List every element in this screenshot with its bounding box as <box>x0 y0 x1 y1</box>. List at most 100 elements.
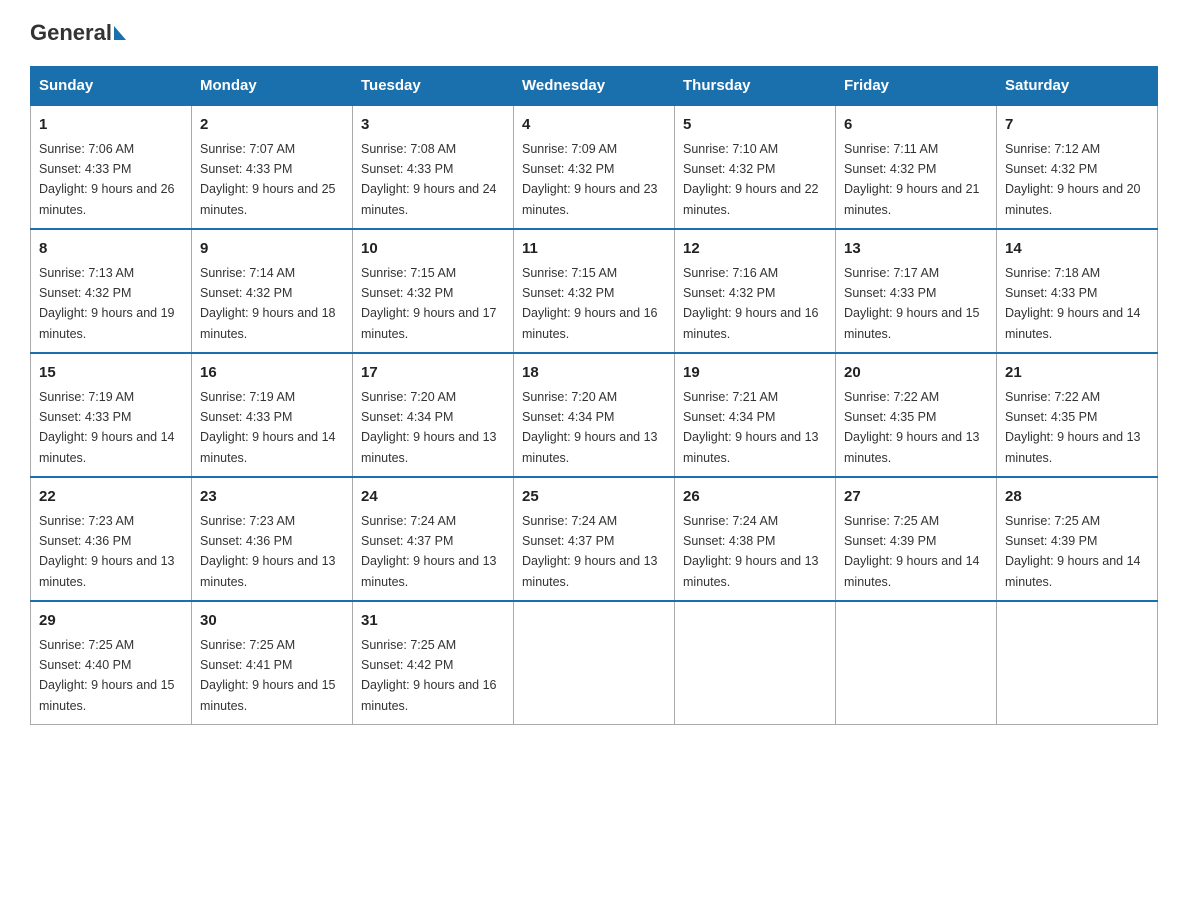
calendar-cell: 8 Sunrise: 7:13 AMSunset: 4:32 PMDaylight… <box>31 229 192 353</box>
day-info: Sunrise: 7:19 AMSunset: 4:33 PMDaylight:… <box>200 390 336 465</box>
weekday-header-wednesday: Wednesday <box>514 67 675 106</box>
day-number: 1 <box>39 114 183 137</box>
day-info: Sunrise: 7:15 AMSunset: 4:32 PMDaylight:… <box>522 266 658 341</box>
day-info: Sunrise: 7:25 AMSunset: 4:39 PMDaylight:… <box>844 514 980 589</box>
day-info: Sunrise: 7:21 AMSunset: 4:34 PMDaylight:… <box>683 390 819 465</box>
weekday-header-monday: Monday <box>192 67 353 106</box>
calendar-cell: 24 Sunrise: 7:24 AMSunset: 4:37 PMDayligh… <box>353 477 514 601</box>
day-info: Sunrise: 7:23 AMSunset: 4:36 PMDaylight:… <box>200 514 336 589</box>
day-number: 22 <box>39 486 183 509</box>
calendar-cell: 3Sunrise: 7:08 AMSunset: 4:33 PMDaylight… <box>353 105 514 229</box>
calendar-cell: 29 Sunrise: 7:25 AMSunset: 4:40 PMDayligh… <box>31 601 192 725</box>
day-info: Sunrise: 7:10 AMSunset: 4:32 PMDaylight:… <box>683 142 819 217</box>
day-info: Sunrise: 7:25 AMSunset: 4:40 PMDaylight:… <box>39 638 175 713</box>
day-info: Sunrise: 7:25 AMSunset: 4:42 PMDaylight:… <box>361 638 497 713</box>
day-number: 12 <box>683 238 827 261</box>
day-info: Sunrise: 7:25 AMSunset: 4:39 PMDaylight:… <box>1005 514 1141 589</box>
day-number: 20 <box>844 362 988 385</box>
calendar-cell: 12 Sunrise: 7:16 AMSunset: 4:32 PMDayligh… <box>675 229 836 353</box>
calendar-cell: 6 Sunrise: 7:11 AMSunset: 4:32 PMDaylight… <box>836 105 997 229</box>
calendar-cell: 22 Sunrise: 7:23 AMSunset: 4:36 PMDayligh… <box>31 477 192 601</box>
calendar-cell: 18 Sunrise: 7:20 AMSunset: 4:34 PMDayligh… <box>514 353 675 477</box>
calendar-table: SundayMondayTuesdayWednesdayThursdayFrid… <box>30 66 1158 725</box>
day-number: 19 <box>683 362 827 385</box>
day-info: Sunrise: 7:22 AMSunset: 4:35 PMDaylight:… <box>1005 390 1141 465</box>
day-info: Sunrise: 7:22 AMSunset: 4:35 PMDaylight:… <box>844 390 980 465</box>
day-info: Sunrise: 7:24 AMSunset: 4:38 PMDaylight:… <box>683 514 819 589</box>
day-info: Sunrise: 7:11 AMSunset: 4:32 PMDaylight:… <box>844 142 980 217</box>
calendar-week-row: 29 Sunrise: 7:25 AMSunset: 4:40 PMDayligh… <box>31 601 1158 725</box>
day-info: Sunrise: 7:20 AMSunset: 4:34 PMDaylight:… <box>522 390 658 465</box>
calendar-cell: 21 Sunrise: 7:22 AMSunset: 4:35 PMDayligh… <box>997 353 1158 477</box>
day-info: Sunrise: 7:18 AMSunset: 4:33 PMDaylight:… <box>1005 266 1141 341</box>
calendar-cell: 25 Sunrise: 7:24 AMSunset: 4:37 PMDayligh… <box>514 477 675 601</box>
day-info: Sunrise: 7:25 AMSunset: 4:41 PMDaylight:… <box>200 638 336 713</box>
calendar-cell <box>836 601 997 725</box>
calendar-cell: 27 Sunrise: 7:25 AMSunset: 4:39 PMDayligh… <box>836 477 997 601</box>
page-header: General <box>30 20 1158 46</box>
day-number: 13 <box>844 238 988 261</box>
day-number: 14 <box>1005 238 1149 261</box>
day-info: Sunrise: 7:15 AMSunset: 4:32 PMDaylight:… <box>361 266 497 341</box>
calendar-cell: 28 Sunrise: 7:25 AMSunset: 4:39 PMDayligh… <box>997 477 1158 601</box>
day-number: 6 <box>844 114 988 137</box>
logo-arrow-icon <box>114 26 126 40</box>
calendar-cell: 26Sunrise: 7:24 AMSunset: 4:38 PMDayligh… <box>675 477 836 601</box>
day-number: 15 <box>39 362 183 385</box>
calendar-cell: 20 Sunrise: 7:22 AMSunset: 4:35 PMDayligh… <box>836 353 997 477</box>
calendar-week-row: 15 Sunrise: 7:19 AMSunset: 4:33 PMDayligh… <box>31 353 1158 477</box>
calendar-cell <box>514 601 675 725</box>
calendar-cell <box>997 601 1158 725</box>
day-number: 29 <box>39 610 183 633</box>
calendar-week-row: 1 Sunrise: 7:06 AMSunset: 4:33 PMDaylight… <box>31 105 1158 229</box>
day-info: Sunrise: 7:13 AMSunset: 4:32 PMDaylight:… <box>39 266 175 341</box>
day-number: 23 <box>200 486 344 509</box>
calendar-week-row: 8 Sunrise: 7:13 AMSunset: 4:32 PMDaylight… <box>31 229 1158 353</box>
day-number: 25 <box>522 486 666 509</box>
day-info: Sunrise: 7:19 AMSunset: 4:33 PMDaylight:… <box>39 390 175 465</box>
calendar-cell: 17Sunrise: 7:20 AMSunset: 4:34 PMDayligh… <box>353 353 514 477</box>
day-number: 4 <box>522 114 666 137</box>
calendar-cell: 30 Sunrise: 7:25 AMSunset: 4:41 PMDayligh… <box>192 601 353 725</box>
day-info: Sunrise: 7:07 AMSunset: 4:33 PMDaylight:… <box>200 142 336 217</box>
day-info: Sunrise: 7:16 AMSunset: 4:32 PMDaylight:… <box>683 266 819 341</box>
day-number: 7 <box>1005 114 1149 137</box>
day-number: 31 <box>361 610 505 633</box>
day-info: Sunrise: 7:17 AMSunset: 4:33 PMDaylight:… <box>844 266 980 341</box>
calendar-cell: 14 Sunrise: 7:18 AMSunset: 4:33 PMDayligh… <box>997 229 1158 353</box>
calendar-week-row: 22 Sunrise: 7:23 AMSunset: 4:36 PMDayligh… <box>31 477 1158 601</box>
day-info: Sunrise: 7:06 AMSunset: 4:33 PMDaylight:… <box>39 142 175 217</box>
day-number: 24 <box>361 486 505 509</box>
day-number: 10 <box>361 238 505 261</box>
day-number: 21 <box>1005 362 1149 385</box>
day-number: 8 <box>39 238 183 261</box>
day-info: Sunrise: 7:23 AMSunset: 4:36 PMDaylight:… <box>39 514 175 589</box>
day-number: 5 <box>683 114 827 137</box>
calendar-cell: 15 Sunrise: 7:19 AMSunset: 4:33 PMDayligh… <box>31 353 192 477</box>
weekday-header-thursday: Thursday <box>675 67 836 106</box>
day-info: Sunrise: 7:14 AMSunset: 4:32 PMDaylight:… <box>200 266 336 341</box>
weekday-header-sunday: Sunday <box>31 67 192 106</box>
day-number: 28 <box>1005 486 1149 509</box>
calendar-cell: 2Sunrise: 7:07 AMSunset: 4:33 PMDaylight… <box>192 105 353 229</box>
day-number: 30 <box>200 610 344 633</box>
day-info: Sunrise: 7:24 AMSunset: 4:37 PMDaylight:… <box>361 514 497 589</box>
day-number: 9 <box>200 238 344 261</box>
calendar-cell: 9 Sunrise: 7:14 AMSunset: 4:32 PMDaylight… <box>192 229 353 353</box>
calendar-cell: 23 Sunrise: 7:23 AMSunset: 4:36 PMDayligh… <box>192 477 353 601</box>
calendar-cell: 11Sunrise: 7:15 AMSunset: 4:32 PMDayligh… <box>514 229 675 353</box>
day-number: 27 <box>844 486 988 509</box>
day-number: 18 <box>522 362 666 385</box>
day-info: Sunrise: 7:24 AMSunset: 4:37 PMDaylight:… <box>522 514 658 589</box>
calendar-cell: 16Sunrise: 7:19 AMSunset: 4:33 PMDayligh… <box>192 353 353 477</box>
calendar-cell: 4Sunrise: 7:09 AMSunset: 4:32 PMDaylight… <box>514 105 675 229</box>
calendar-cell: 19 Sunrise: 7:21 AMSunset: 4:34 PMDayligh… <box>675 353 836 477</box>
weekday-header-saturday: Saturday <box>997 67 1158 106</box>
calendar-cell: 31 Sunrise: 7:25 AMSunset: 4:42 PMDayligh… <box>353 601 514 725</box>
calendar-cell: 10 Sunrise: 7:15 AMSunset: 4:32 PMDayligh… <box>353 229 514 353</box>
calendar-cell <box>675 601 836 725</box>
day-number: 17 <box>361 362 505 385</box>
logo-general-text: General <box>30 20 112 46</box>
calendar-cell: 7Sunrise: 7:12 AMSunset: 4:32 PMDaylight… <box>997 105 1158 229</box>
calendar-cell: 1 Sunrise: 7:06 AMSunset: 4:33 PMDaylight… <box>31 105 192 229</box>
